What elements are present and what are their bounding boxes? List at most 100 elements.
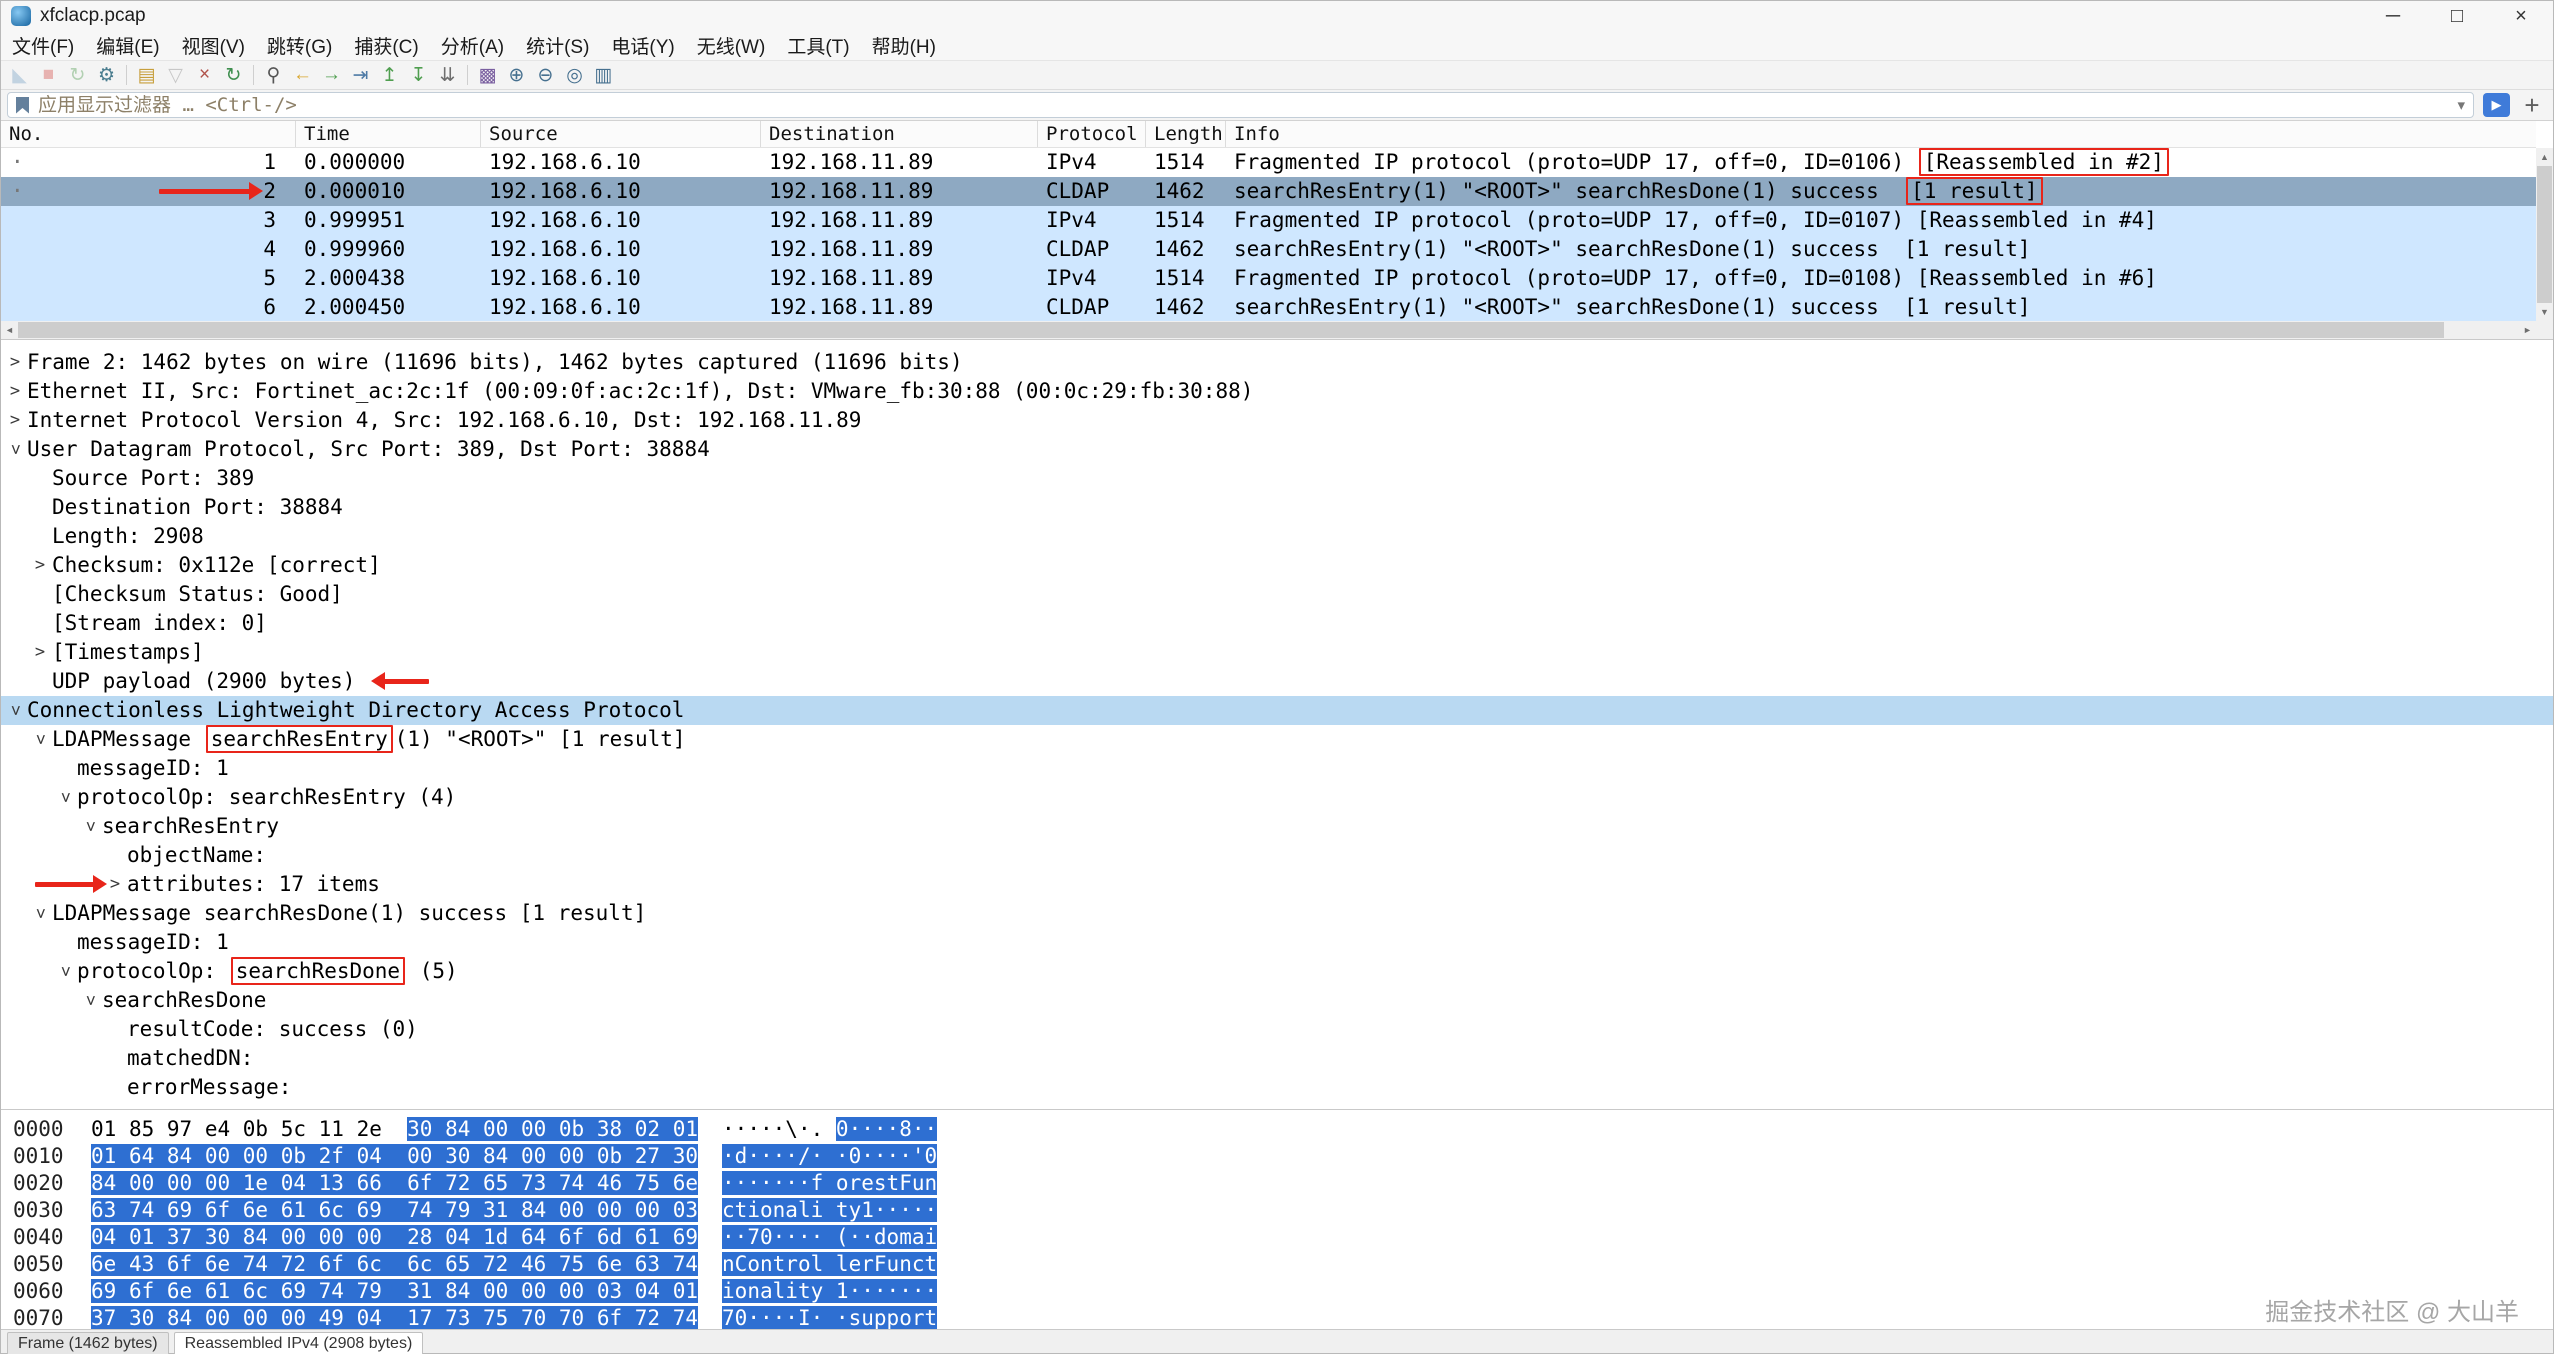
hex-byte[interactable]: 6c	[243, 1279, 281, 1303]
hex-byte[interactable]: 79	[357, 1279, 395, 1303]
hex-byte[interactable]: 84	[521, 1198, 559, 1222]
ascii-char[interactable]: ·	[735, 1117, 748, 1141]
hex-byte[interactable]: 00	[243, 1306, 281, 1329]
hex-byte[interactable]: 6e	[673, 1171, 698, 1195]
hex-byte[interactable]: 74	[129, 1198, 167, 1222]
detail-line[interactable]: resultCode: success (0)	[1, 1015, 2553, 1044]
hex-byte[interactable]: 70	[559, 1306, 597, 1329]
hex-byte[interactable]: 30	[205, 1225, 243, 1249]
open-file-icon[interactable]: ▤	[132, 62, 161, 88]
ascii-char[interactable]: y	[811, 1279, 824, 1303]
reload-file-icon[interactable]: ↻	[219, 62, 248, 88]
hex-byte[interactable]: 49	[319, 1306, 357, 1329]
hex-byte[interactable]: 84	[445, 1117, 483, 1141]
hex-byte[interactable]: 6c	[319, 1198, 357, 1222]
scroll-left-arrow-icon[interactable]: ◄	[1, 321, 18, 339]
expand-icon[interactable]: >	[33, 639, 47, 666]
hex-byte[interactable]: 00	[559, 1279, 597, 1303]
hex-byte[interactable]: 00	[167, 1171, 205, 1195]
ascii-char[interactable]: ·	[899, 1279, 912, 1303]
hex-byte[interactable]: 69	[357, 1198, 395, 1222]
hex-byte[interactable]: 00	[243, 1144, 281, 1168]
ascii-char[interactable]: ·	[722, 1171, 735, 1195]
hex-byte[interactable]: e4	[205, 1117, 243, 1141]
ascii-char[interactable]: n	[925, 1171, 938, 1195]
detail-line[interactable]: [Checksum Status: Good]	[1, 580, 2553, 609]
detail-line[interactable]: >protocolOp: searchResDone (5)	[1, 957, 2553, 986]
hex-byte[interactable]: 04	[357, 1144, 395, 1168]
ascii-char[interactable]: ·	[773, 1171, 786, 1195]
ascii-char[interactable]: o	[836, 1171, 849, 1195]
go-back-icon[interactable]: ←	[288, 62, 317, 88]
maximize-button[interactable]: □	[2425, 1, 2489, 31]
ascii-char[interactable]: a	[912, 1225, 925, 1249]
ascii-char[interactable]: 0	[849, 1144, 862, 1168]
detail-line[interactable]: >attributes: 17 items	[1, 870, 2553, 899]
ascii-char[interactable]: m	[899, 1225, 912, 1249]
hex-byte[interactable]: 6c	[357, 1252, 395, 1276]
detail-line[interactable]: messageID: 1	[1, 928, 2553, 957]
ascii-char[interactable]: 0	[925, 1144, 938, 1168]
ascii-char[interactable]: ·	[849, 1225, 862, 1249]
packet-row[interactable]: 30.999951192.168.6.10192.168.11.89IPv415…	[1, 206, 2536, 235]
column-header[interactable]: Time	[296, 121, 481, 147]
column-header[interactable]: Length	[1146, 121, 1226, 147]
ascii-char[interactable]: (	[836, 1225, 849, 1249]
vscroll-thumb[interactable]	[2537, 166, 2552, 303]
ascii-char[interactable]: .	[811, 1117, 824, 1141]
filter-history-caret-icon[interactable]: ▾	[2457, 96, 2465, 114]
ascii-char[interactable]: d	[735, 1144, 748, 1168]
collapse-icon[interactable]: >	[77, 820, 104, 834]
ascii-char[interactable]: ·	[925, 1198, 938, 1222]
hex-byte[interactable]: 6e	[167, 1279, 205, 1303]
ascii-char[interactable]: ·	[836, 1144, 849, 1168]
hex-byte[interactable]: 00	[559, 1198, 597, 1222]
ascii-char[interactable]: l	[811, 1252, 824, 1276]
ascii-char[interactable]: a	[760, 1279, 773, 1303]
hex-byte[interactable]: 37	[91, 1306, 129, 1329]
hex-byte[interactable]: 74	[319, 1279, 357, 1303]
ascii-char[interactable]: i	[747, 1198, 760, 1222]
ascii-char[interactable]: ·	[722, 1225, 735, 1249]
ascii-char[interactable]: ·	[722, 1144, 735, 1168]
hex-byte[interactable]: 63	[635, 1252, 673, 1276]
ascii-char[interactable]: 0	[760, 1225, 773, 1249]
ascii-char[interactable]: ·	[785, 1225, 798, 1249]
hex-byte[interactable]: 00	[205, 1306, 243, 1329]
hex-byte[interactable]: 38	[597, 1117, 635, 1141]
hex-byte[interactable]: 72	[635, 1306, 673, 1329]
menu-item[interactable]: 编辑(E)	[85, 31, 170, 60]
hex-byte[interactable]: 28	[407, 1225, 445, 1249]
ascii-char[interactable]: ·	[785, 1144, 798, 1168]
go-last-icon[interactable]: ↧	[404, 62, 433, 88]
ascii-char[interactable]: t	[773, 1252, 786, 1276]
add-filter-button[interactable]: +	[2519, 93, 2545, 117]
hex-byte[interactable]: 75	[635, 1171, 673, 1195]
hex-byte[interactable]: 2e	[357, 1117, 395, 1141]
go-first-icon[interactable]: ↥	[375, 62, 404, 88]
hscroll-thumb[interactable]	[18, 322, 2444, 338]
hex-byte[interactable]: 37	[167, 1225, 205, 1249]
ascii-char[interactable]: /	[798, 1144, 811, 1168]
hex-byte[interactable]: 79	[445, 1198, 483, 1222]
ascii-char[interactable]: l	[836, 1252, 849, 1276]
detail-line[interactable]: Destination Port: 38884	[1, 493, 2553, 522]
hex-byte[interactable]: 84	[167, 1306, 205, 1329]
hex-byte[interactable]: 01	[91, 1144, 129, 1168]
hex-byte[interactable]: 00	[205, 1144, 243, 1168]
ascii-char[interactable]: ·	[811, 1144, 824, 1168]
hex-byte[interactable]: 64	[129, 1144, 167, 1168]
ascii-char[interactable]: ·	[836, 1306, 849, 1329]
hex-byte[interactable]: 00	[559, 1144, 597, 1168]
collapse-icon[interactable]: >	[2, 443, 29, 457]
ascii-char[interactable]: ·	[722, 1117, 735, 1141]
hex-byte[interactable]: 31	[407, 1279, 445, 1303]
hex-byte[interactable]: 04	[357, 1306, 395, 1329]
hex-byte[interactable]: 00	[521, 1279, 559, 1303]
detail-line[interactable]: >searchResDone	[1, 986, 2553, 1015]
hex-byte[interactable]: 6f	[129, 1279, 167, 1303]
ascii-char[interactable]: i	[811, 1198, 824, 1222]
hex-byte[interactable]: 30	[129, 1306, 167, 1329]
ascii-char[interactable]: ·	[912, 1279, 925, 1303]
hex-byte[interactable]: 6e	[91, 1252, 129, 1276]
